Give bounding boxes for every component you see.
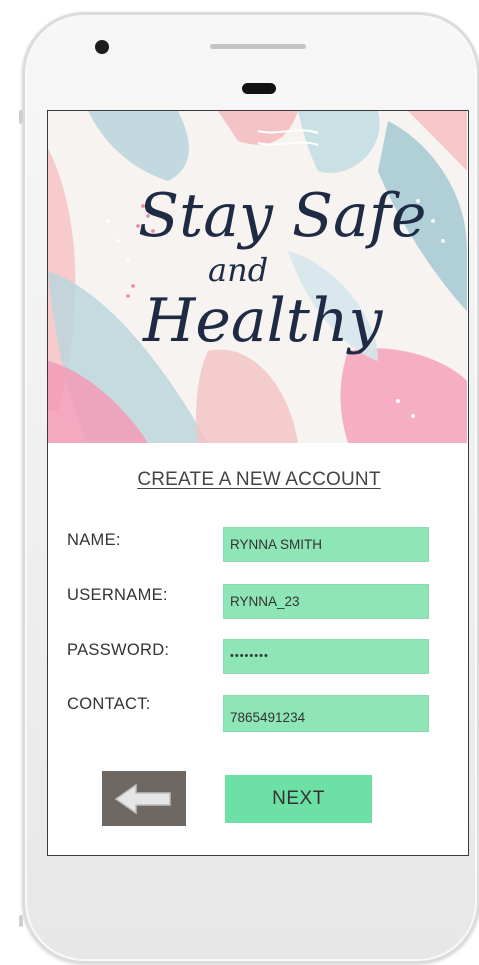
volume-button — [19, 110, 23, 124]
header-banner: Stay Safe and Healthy — [48, 111, 467, 443]
username-label: USERNAME: — [67, 586, 168, 604]
left-arrow-icon — [114, 783, 171, 814]
banner-line3: Healthy — [142, 286, 384, 356]
banner-line2: and — [208, 251, 268, 289]
next-button[interactable]: NEXT — [225, 775, 372, 823]
earpiece-speaker — [242, 83, 276, 94]
contact-field[interactable]: 7865491234 — [223, 695, 429, 732]
sensor-bar — [210, 44, 306, 49]
back-button[interactable] — [102, 771, 186, 826]
password-label: PASSWORD: — [67, 641, 170, 659]
form-title: CREATE A NEW ACCOUNT — [137, 469, 381, 490]
name-label: NAME: — [67, 531, 121, 549]
front-camera — [95, 40, 109, 54]
username-field[interactable]: RYNNA_23 — [223, 584, 429, 619]
banner-line1: Stay Safe — [138, 181, 427, 251]
app-screen: Stay Safe and Healthy CREATE A NEW ACCOU… — [47, 110, 469, 856]
contact-label: CONTACT: — [67, 695, 151, 713]
power-button — [19, 915, 23, 927]
password-field[interactable]: •••••••• — [223, 639, 429, 674]
banner-artwork: Stay Safe and Healthy — [48, 111, 467, 443]
name-field[interactable]: RYNNA SMITH — [223, 527, 429, 562]
